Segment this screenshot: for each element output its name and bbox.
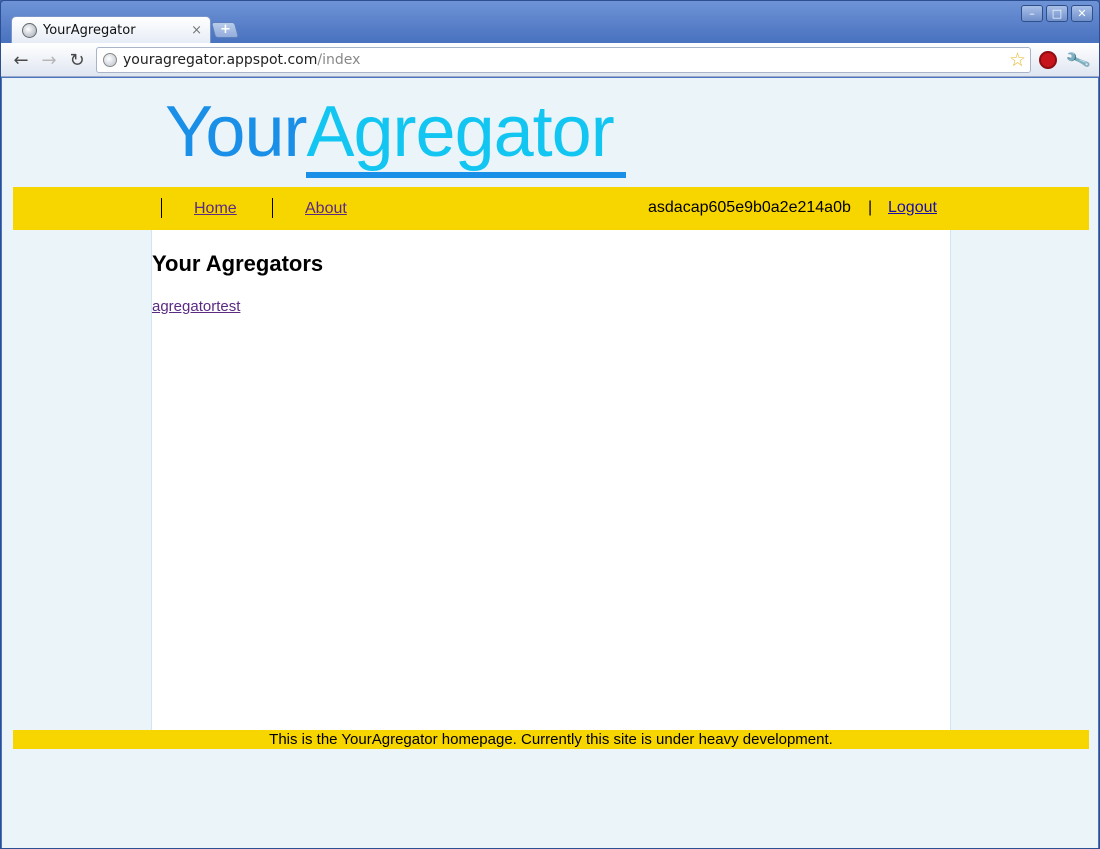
tab-title: YourAgregator (43, 22, 136, 38)
plus-icon: + (219, 22, 231, 37)
site-logo: YourAgregator (165, 92, 626, 178)
new-tab-button[interactable]: + (210, 22, 240, 38)
tab-strip: YourAgregator × + – □ ✕ (1, 1, 1099, 43)
forward-button[interactable]: → (38, 49, 60, 71)
nav-about-link[interactable]: About (305, 200, 347, 218)
logo-agregator-link[interactable]: Agregator (306, 92, 626, 178)
browser-toolbar: ← → ↻ youragregator.appspot.com/index ☆ … (1, 43, 1099, 77)
footer: This is the YourAgregator homepage. Curr… (13, 730, 1089, 749)
nav-separator (272, 198, 273, 218)
nav-home-link[interactable]: Home (194, 200, 237, 218)
globe-icon (22, 22, 37, 38)
tab-youragregator[interactable]: YourAgregator × (11, 16, 211, 43)
browser-window: YourAgregator × + – □ ✕ ← → ↻ youragrega… (0, 0, 1100, 849)
address-bar[interactable]: youragregator.appspot.com/index ☆ (96, 47, 1031, 73)
nav-pipe-separator: | (868, 199, 873, 216)
stop-icon (1039, 51, 1057, 69)
window-controls: – □ ✕ (1021, 5, 1093, 22)
page-title: Your Agregators (152, 251, 324, 276)
url-path: /index (317, 52, 361, 68)
maximize-button[interactable]: □ (1046, 5, 1068, 22)
url-host: youragregator.appspot.com (123, 52, 318, 68)
username-label: asdacap605e9b0a2e214a0b (648, 199, 851, 216)
nav-separator (161, 198, 162, 218)
reload-button[interactable]: ↻ (66, 49, 88, 71)
wrench-icon: 🔧 (1063, 46, 1093, 74)
close-window-button[interactable]: ✕ (1071, 5, 1093, 22)
page-viewport: YourAgregator Home About asdacap605e9b0a… (2, 78, 1098, 848)
nav-bar: Home About asdacap605e9b0a2e214a0b | Log… (13, 187, 1089, 230)
back-button[interactable]: ← (10, 49, 32, 71)
minimize-button[interactable]: – (1021, 5, 1043, 22)
agregator-link[interactable]: agregatortest (152, 298, 240, 315)
main-content: Your Agregators agregatortest (151, 230, 951, 730)
globe-icon (103, 53, 117, 67)
logo-your: Your (165, 92, 307, 172)
bookmark-star-icon[interactable]: ☆ (1009, 49, 1026, 71)
wrench-menu-button[interactable]: 🔧 (1063, 46, 1093, 74)
stop-extension-button[interactable] (1037, 49, 1059, 71)
logout-link[interactable]: Logout (888, 199, 937, 217)
close-tab-icon[interactable]: × (191, 23, 202, 38)
